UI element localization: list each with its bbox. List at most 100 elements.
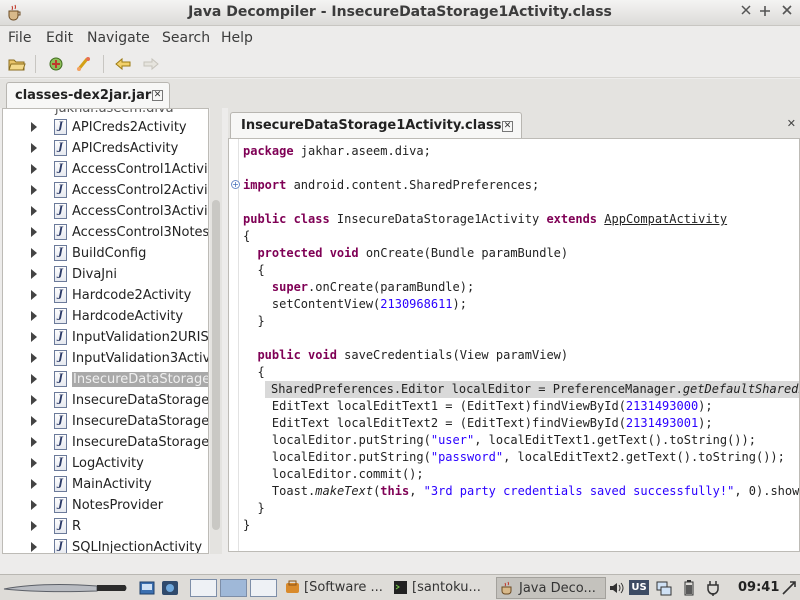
terminal-window-icon	[394, 581, 407, 594]
tree-item[interactable]: J LogActivity	[3, 453, 208, 474]
expand-arrow-icon[interactable]	[31, 395, 37, 405]
java-class-file-icon: J	[54, 140, 67, 156]
keyboard-layout-indicator[interactable]: US	[629, 580, 649, 595]
santoku-knife-logo-icon[interactable]	[2, 580, 128, 596]
tree-item[interactable]: J DivaJni	[3, 264, 208, 285]
menu-file[interactable]: File	[8, 30, 31, 46]
taskbar: [Software ... [santoku... Java Deco... U…	[0, 574, 800, 600]
tree-item[interactable]: J AccessControl3Activity	[3, 201, 208, 222]
tree-item[interactable]: J HardcodeActivity	[3, 306, 208, 327]
tree-item[interactable]: J InsecureDataStorage4Activity	[3, 432, 209, 453]
tree-item[interactable]: J InputValidation3Activity	[3, 348, 209, 369]
expand-arrow-icon[interactable]	[31, 521, 37, 531]
code-editor[interactable]: + package jakhar.aseem.diva; import andr…	[228, 138, 800, 552]
tree-item[interactable]: JR	[3, 516, 208, 537]
close-window-button[interactable]	[779, 4, 795, 20]
clock[interactable]: 09:41	[738, 580, 779, 595]
open-type-icon[interactable]	[47, 56, 65, 72]
tree-item[interactable]: J InsecureDataStorage2Activity	[3, 390, 208, 411]
tree-item[interactable]: J SQLInjectionActivity	[3, 537, 208, 553]
volume-icon[interactable]	[607, 579, 625, 597]
java-class-file-icon: J	[54, 497, 67, 513]
java-class-file-icon: J	[54, 476, 67, 492]
search-icon[interactable]	[75, 56, 93, 72]
terminal-icon[interactable]	[161, 579, 179, 597]
tree-item[interactable]: J AccessControl1Activity	[3, 159, 208, 180]
desktop-pager-2[interactable]	[220, 579, 247, 597]
maximize-button[interactable]	[757, 4, 773, 20]
java-class-file-icon: J	[54, 119, 67, 135]
fold-expand-icon[interactable]: +	[231, 180, 240, 189]
network-icon[interactable]	[655, 579, 673, 597]
tree-scrollbar[interactable]	[210, 108, 222, 554]
expand-arrow-icon[interactable]	[31, 227, 37, 237]
jar-tab[interactable]: classes-dex2jar.jar ✕	[6, 82, 170, 109]
title-bar: Java Decompiler - InsecureDataStorage1Ac…	[0, 0, 800, 26]
tree-item[interactable]: J InsecureDataStorage1Activity	[3, 369, 208, 390]
tree-item[interactable]: J BuildConfig	[3, 243, 208, 264]
forward-arrow-icon[interactable]	[142, 56, 160, 72]
desktop-pager-3[interactable]	[250, 579, 277, 597]
expand-arrow-icon[interactable]	[31, 122, 37, 132]
expand-arrow-icon[interactable]	[31, 290, 37, 300]
tree-item[interactable]: J NotesProvider	[3, 495, 208, 516]
battery-icon[interactable]	[680, 579, 698, 597]
menu-search[interactable]: Search	[162, 30, 210, 46]
code-line: }	[257, 501, 265, 515]
file-manager-icon[interactable]	[138, 579, 156, 597]
menu-edit[interactable]: Edit	[46, 30, 73, 46]
expand-arrow-icon[interactable]	[31, 185, 37, 195]
minimize-button[interactable]	[738, 4, 754, 20]
expand-arrow-icon[interactable]	[31, 500, 37, 510]
menu-navigate[interactable]: Navigate	[87, 30, 150, 46]
tree-item-label: R	[72, 519, 82, 534]
expand-arrow-icon[interactable]	[31, 353, 37, 363]
class-tab[interactable]: InsecureDataStorage1Activity.class ✕	[230, 112, 522, 139]
tree-item-label: Hardcode2Activity	[72, 288, 192, 303]
tree-item-label: InsecureDataStorage4Activity	[72, 435, 209, 450]
expand-arrow-icon[interactable]	[31, 479, 37, 489]
class-tree[interactable]: jakhar.aseem.diva J APICreds2Activity J API…	[2, 108, 209, 554]
expand-arrow-icon[interactable]	[31, 416, 37, 426]
tree-item[interactable]: J APICreds2Activity	[3, 117, 208, 138]
logout-icon[interactable]	[780, 579, 798, 597]
desktop-pager-1[interactable]	[190, 579, 217, 597]
code-line: package jakhar.aseem.diva;	[243, 144, 431, 158]
tree-item[interactable]: J MainActivity	[3, 474, 208, 495]
tree-item[interactable]: J AccessControl3NotesActivity	[3, 222, 208, 243]
taskbar-item-software[interactable]: [Software ...	[282, 577, 388, 599]
tree-item[interactable]: J InsecureDataStorage3Activity	[3, 411, 208, 432]
jar-tab-close-icon[interactable]: ✕	[152, 90, 163, 101]
code-line: }	[243, 518, 251, 532]
editor-panel-close-icon[interactable]: ✕	[787, 117, 796, 130]
package-label: jakhar.aseem.diva	[55, 108, 174, 116]
expand-arrow-icon[interactable]	[31, 248, 37, 258]
tree-item-label: APICreds2Activity	[72, 120, 187, 135]
expand-arrow-icon[interactable]	[31, 374, 37, 384]
class-tab-close-icon[interactable]: ✕	[502, 121, 513, 132]
menu-help[interactable]: Help	[221, 30, 253, 46]
tree-item[interactable]: J InputValidation2URISchemeActivity	[3, 327, 208, 348]
taskbar-item-santoku-terminal[interactable]: [santoku...	[390, 577, 490, 599]
tree-scroll-thumb[interactable]	[212, 200, 220, 530]
expand-arrow-icon[interactable]	[31, 542, 37, 552]
tree-item[interactable]: J AccessControl2Activity	[3, 180, 208, 201]
tree-item[interactable]: J Hardcode2Activity	[3, 285, 208, 306]
power-plug-icon[interactable]	[704, 579, 722, 597]
java-class-file-icon: J	[54, 245, 67, 261]
expand-arrow-icon[interactable]	[31, 164, 37, 174]
expand-arrow-icon[interactable]	[31, 332, 37, 342]
back-arrow-icon[interactable]	[114, 56, 132, 72]
expand-arrow-icon[interactable]	[31, 269, 37, 279]
expand-arrow-icon[interactable]	[31, 311, 37, 321]
coffee-cup-icon	[501, 581, 512, 595]
expand-arrow-icon[interactable]	[31, 437, 37, 447]
tree-item-label: InputValidation3Activity	[72, 351, 209, 366]
taskbar-item-java-decompiler[interactable]: Java Deco...	[496, 577, 606, 599]
expand-arrow-icon[interactable]	[31, 458, 37, 468]
tree-item[interactable]: J APICredsActivity	[3, 138, 208, 159]
code-line: public void saveCredentials(View paramVi…	[257, 348, 569, 362]
open-folder-icon[interactable]	[8, 56, 26, 72]
expand-arrow-icon[interactable]	[31, 143, 37, 153]
expand-arrow-icon[interactable]	[31, 206, 37, 216]
